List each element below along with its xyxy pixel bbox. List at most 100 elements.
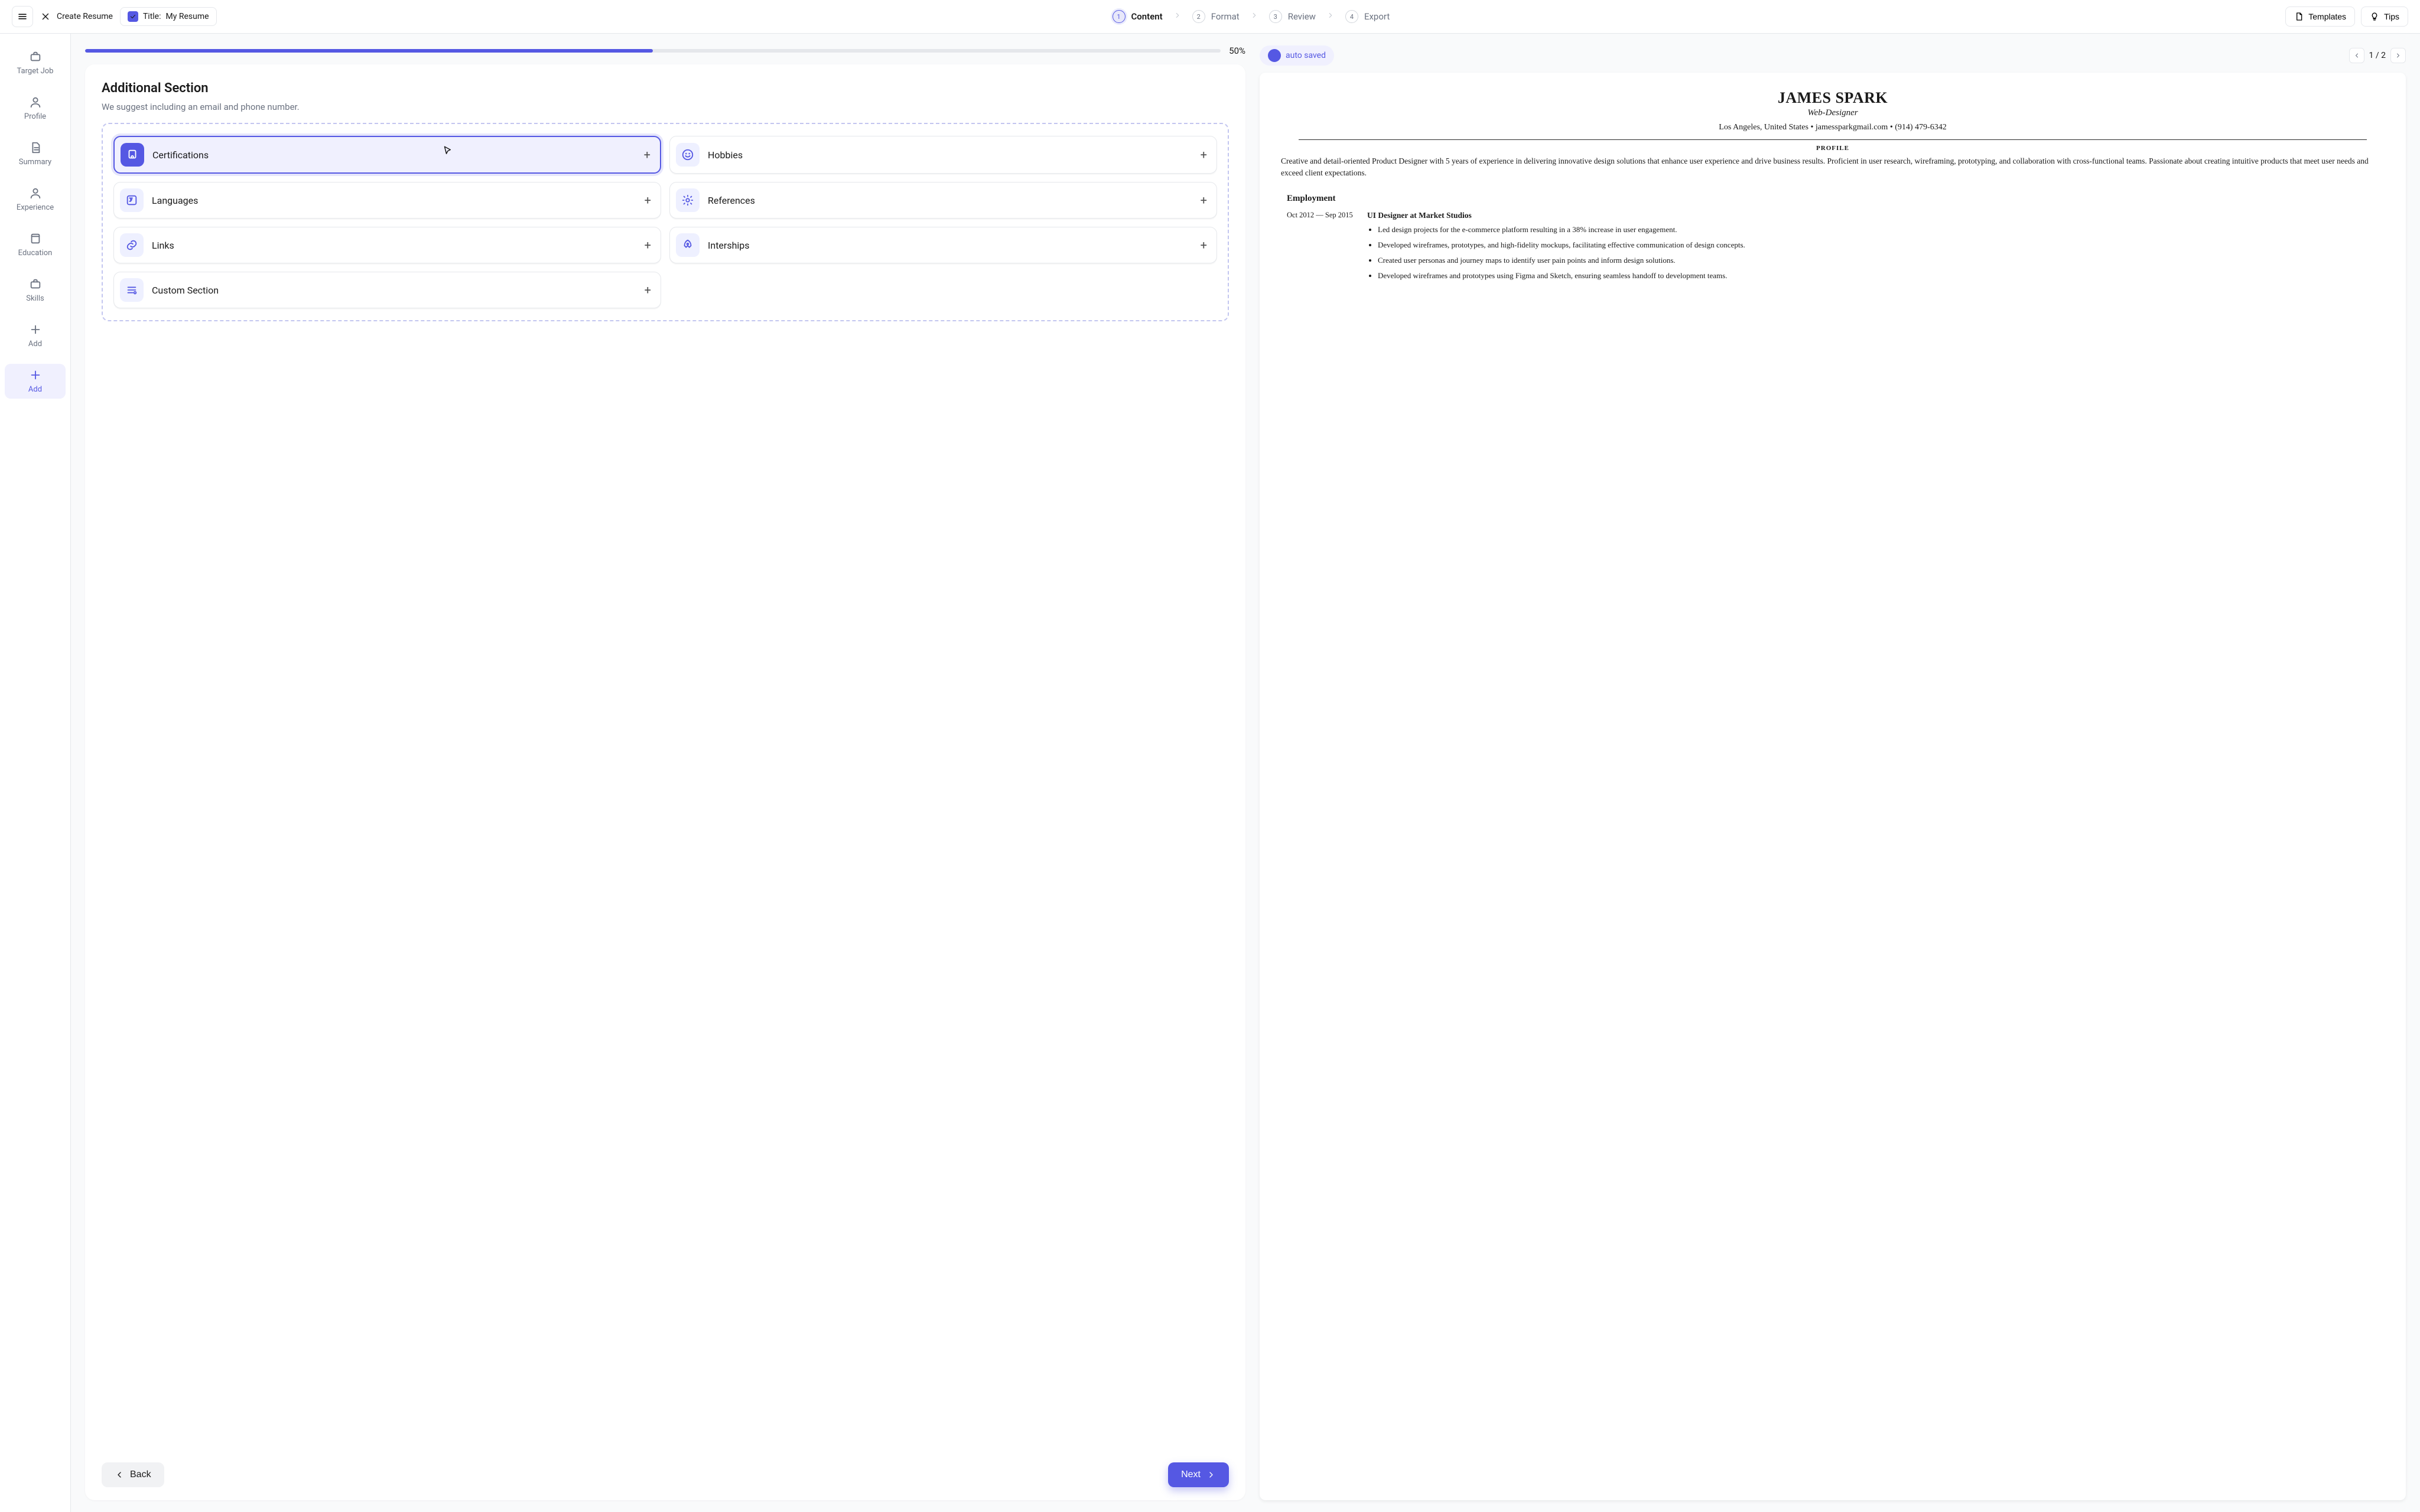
chip-label: Languages (152, 195, 636, 206)
resume-job-title: UI Designer at Market Studios (1367, 211, 2385, 220)
title-value: My Resume (166, 12, 209, 21)
templates-button[interactable]: Templates (2285, 6, 2355, 27)
plus-icon: + (1201, 193, 1211, 207)
progress-label: 50% (1229, 45, 1245, 56)
smile-icon (676, 143, 700, 167)
plus-icon (29, 369, 42, 382)
lightbulb-icon (2370, 12, 2379, 21)
section-chip-links[interactable]: Links + (113, 227, 661, 263)
breadcrumb-step-content[interactable]: 1 Content (1113, 10, 1163, 23)
next-button[interactable]: Next (1168, 1462, 1229, 1487)
plus-icon: + (644, 148, 654, 162)
chevron-right-icon (1250, 11, 1258, 22)
chip-label: References (708, 195, 1192, 206)
breadcrumb-step-format[interactable]: 2 Format (1192, 10, 1240, 23)
sidebar-item-summary[interactable]: Summary (5, 136, 66, 171)
breadcrumb: 1 Content 2 Format 3 Review 4 Export (1113, 10, 1390, 23)
chevron-right-icon (1206, 1470, 1216, 1480)
plus-icon: + (645, 193, 655, 207)
sidebar-item-add[interactable]: Add (5, 318, 66, 353)
user-icon (29, 187, 42, 200)
resume-profile-text: Creative and detail-oriented Product Des… (1281, 155, 2385, 180)
section-chip-hobbies[interactable]: Hobbies + (669, 136, 1217, 174)
sidebar-item-label: Skills (26, 294, 44, 303)
doc-icon (29, 141, 42, 154)
resume-job-dates: Oct 2012 — Sep 2015 (1287, 211, 1358, 286)
editor-card: Additional Section We suggest including … (85, 64, 1245, 1500)
document-title-chip[interactable]: Title: My Resume (120, 7, 217, 26)
resume-bullet: Developed wireframes, prototypes, and hi… (1378, 239, 2385, 251)
resume-employment-heading: Employment (1287, 194, 2385, 204)
title-prefix: Title: (143, 12, 161, 21)
resume-divider (1299, 139, 2367, 140)
plus-icon: + (645, 283, 655, 297)
lang-icon (120, 188, 144, 212)
section-chip-certifications[interactable]: Certifications + (113, 136, 661, 174)
menu-button[interactable] (12, 6, 33, 27)
autosave-badge: auto saved (1260, 45, 1334, 66)
sidebar-item-profile[interactable]: Profile (5, 91, 66, 126)
tips-button[interactable]: Tips (2361, 6, 2408, 27)
breadcrumb-step-label: Content (1131, 11, 1163, 22)
breadcrumb-step-label: Format (1211, 11, 1240, 22)
chip-label: Interships (708, 240, 1192, 251)
section-chip-custom[interactable]: Custom Section + (113, 272, 661, 308)
sidebar-item-education[interactable]: Education (5, 227, 66, 262)
progress-bar (85, 49, 1221, 53)
sidebar-item-experience[interactable]: Experience (5, 182, 66, 217)
gear-icon (676, 188, 700, 212)
cursor-icon (442, 145, 453, 156)
close-create-resume[interactable]: Create Resume (40, 11, 113, 22)
breadcrumb-step-label: Review (1288, 11, 1316, 22)
header: Create Resume Title: My Resume 1 Content… (0, 0, 2420, 34)
custom-icon (120, 278, 144, 302)
briefcase-icon (29, 50, 42, 63)
plus-icon (29, 323, 42, 336)
section-chip-references[interactable]: References + (669, 182, 1217, 219)
chip-label: Hobbies (708, 149, 1192, 161)
chip-label: Links (152, 240, 636, 251)
page-indicator: 1 / 2 (2369, 51, 2386, 60)
badge-icon (121, 143, 144, 167)
sidebar-item-target-job[interactable]: Target Job (5, 45, 66, 80)
resume-job-bullets: Led design projects for the e-commerce p… (1367, 224, 2385, 282)
breadcrumb-step-number: 2 (1192, 10, 1205, 23)
page-prev-button[interactable] (2349, 48, 2364, 63)
section-chip-languages[interactable]: Languages + (113, 182, 661, 219)
sidebar-item-label: Add (28, 385, 42, 394)
additional-section-chips: Certifications + Hobbies + Languages + R… (102, 123, 1229, 321)
resume-name: JAMES SPARK (1281, 89, 2385, 107)
sidebar-item-label: Target Job (17, 67, 54, 76)
chip-label: Custom Section (152, 285, 636, 296)
page-next-button[interactable] (2390, 48, 2406, 63)
close-icon (40, 11, 51, 22)
preview-top: auto saved 1 / 2 (1260, 45, 2406, 66)
resume-contact: Los Angeles, United States • jamessparkg… (1281, 123, 2385, 132)
sidebar-item-skills[interactable]: Skills (5, 273, 66, 308)
cloud-check-icon (1268, 49, 1281, 62)
document-icon (2294, 12, 2304, 21)
section-chip-internships[interactable]: Interships + (669, 227, 1217, 263)
resume-bullet: Developed wireframes and prototypes usin… (1378, 270, 2385, 282)
back-button[interactable]: Back (102, 1462, 164, 1487)
book-icon (29, 232, 42, 245)
plus-icon: + (1201, 238, 1211, 252)
chevron-right-icon (1173, 11, 1182, 22)
resume-role: Web-Designer (1281, 108, 2385, 118)
chevron-left-icon (115, 1470, 124, 1480)
breadcrumb-step-export[interactable]: 4 Export (1345, 10, 1390, 23)
sidebar-item-label: Profile (24, 112, 46, 121)
progress-row: 50% (85, 45, 1245, 56)
resume-profile-heading: PROFILE (1281, 145, 2385, 152)
user-icon (29, 96, 42, 109)
sidebar-item-add[interactable]: Add (5, 364, 66, 399)
breadcrumb-step-review[interactable]: 3 Review (1269, 10, 1316, 23)
resume-preview: JAMES SPARK Web-Designer Los Angeles, Un… (1260, 73, 2406, 1500)
rocket-icon (676, 233, 700, 257)
editor-title: Additional Section (102, 81, 1229, 96)
sidebar: Target Job Profile Summary Experience Ed… (0, 34, 71, 1512)
editor-subtitle: We suggest including an email and phone … (102, 102, 1229, 112)
breadcrumb-step-label: Export (1364, 11, 1390, 22)
pager: 1 / 2 (2349, 48, 2406, 63)
breadcrumb-step-number: 4 (1345, 10, 1358, 23)
